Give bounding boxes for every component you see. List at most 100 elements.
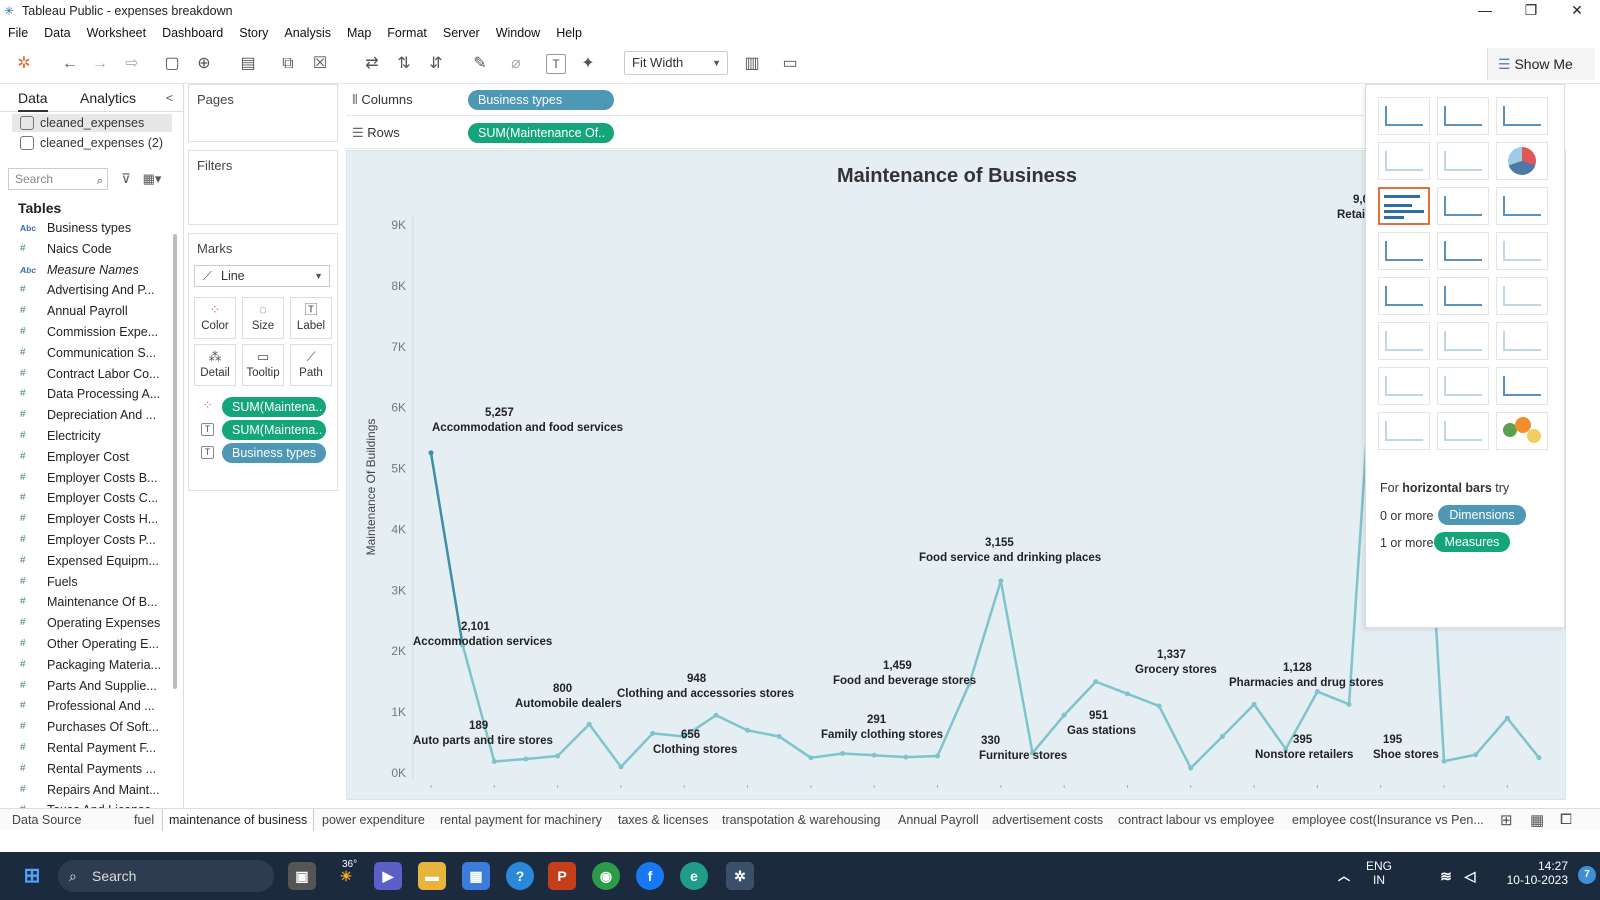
- data-point[interactable]: [555, 753, 561, 759]
- sheet-tab[interactable]: advertisement costs: [986, 809, 1109, 831]
- new-worksheet-icon[interactable]: ▤: [236, 52, 260, 76]
- path-button[interactable]: ⟋ Path: [290, 344, 332, 386]
- data-point[interactable]: [808, 755, 814, 761]
- field-item[interactable]: # Professional And ...: [0, 696, 172, 717]
- line-segment[interactable]: [777, 735, 813, 760]
- help-icon[interactable]: ?: [506, 862, 534, 890]
- fit-dropdown[interactable]: Fit Width ▼: [624, 51, 728, 75]
- task-view-icon[interactable]: ▣: [288, 862, 316, 890]
- line-segment[interactable]: [1157, 704, 1193, 770]
- tab-data[interactable]: Data: [18, 84, 48, 112]
- undo-icon[interactable]: ←: [58, 52, 82, 76]
- powerpoint-icon[interactable]: P: [548, 862, 576, 890]
- windows-start-icon[interactable]: ⊞: [18, 862, 46, 890]
- field-item[interactable]: # Rental Payment F...: [0, 738, 172, 759]
- menu-story[interactable]: Story: [239, 26, 268, 40]
- collapse-pane-icon[interactable]: <: [166, 84, 173, 112]
- show-me-treemap-icon[interactable]: [1378, 232, 1430, 270]
- tableau-taskbar-icon[interactable]: ✲: [726, 862, 754, 890]
- field-item[interactable]: # Operating Expenses: [0, 613, 172, 634]
- minimize-button[interactable]: —: [1462, 0, 1508, 22]
- field-item[interactable]: # Maintenance Of B...: [0, 592, 172, 613]
- clock[interactable]: 14:27 10-10-2023: [1494, 859, 1568, 887]
- line-segment[interactable]: [872, 754, 908, 759]
- show-me-side-by-side-bars-icon[interactable]: [1496, 187, 1548, 225]
- show-me-packed-bubbles-icon[interactable]: [1496, 412, 1548, 450]
- presentation-mode-icon[interactable]: ▭: [778, 52, 802, 76]
- sheet-tab[interactable]: power expenditure: [316, 809, 431, 831]
- field-item[interactable]: # Data Processing A...: [0, 384, 172, 405]
- show-me-text-table-icon[interactable]: [1378, 97, 1430, 135]
- line-segment[interactable]: [651, 732, 686, 738]
- menu-file[interactable]: File: [8, 26, 28, 40]
- data-point[interactable]: [491, 758, 497, 764]
- data-point[interactable]: [1124, 691, 1130, 697]
- menu-worksheet[interactable]: Worksheet: [87, 26, 147, 40]
- field-item[interactable]: # Commission Expe...: [0, 322, 172, 343]
- line-segment[interactable]: [1442, 753, 1477, 763]
- data-point[interactable]: [1536, 755, 1542, 761]
- data-point[interactable]: [776, 733, 782, 739]
- data-point[interactable]: [1188, 765, 1194, 771]
- line-segment[interactable]: [1189, 735, 1224, 770]
- field-item[interactable]: # Parts And Supplie...: [0, 676, 172, 697]
- save-icon[interactable]: ▢: [160, 52, 184, 76]
- facebook-icon[interactable]: f: [636, 862, 664, 890]
- data-point[interactable]: [586, 721, 592, 727]
- tableau-logo-icon[interactable]: ✲: [12, 52, 36, 76]
- line-segment[interactable]: [1316, 690, 1351, 706]
- line-segment[interactable]: [588, 723, 623, 769]
- sheet-tab[interactable]: maintenance of business: [162, 809, 315, 831]
- highlight-icon[interactable]: ✎: [468, 52, 492, 76]
- data-point[interactable]: [1093, 679, 1099, 685]
- maximize-button[interactable]: ❐: [1508, 0, 1554, 22]
- line-segment[interactable]: [1094, 680, 1129, 696]
- data-point[interactable]: [650, 730, 656, 736]
- tooltip-button[interactable]: ▭ Tooltip: [242, 344, 284, 386]
- field-item[interactable]: # Fuels: [0, 572, 172, 593]
- show-me-filled-map-icon[interactable]: [1437, 142, 1489, 180]
- mark-type-dropdown[interactable]: ⟋ Line ▼: [194, 265, 330, 287]
- view-options-icon[interactable]: ▦▾: [140, 168, 164, 190]
- sheet-tab[interactable]: rental payment for machinery: [434, 809, 608, 831]
- field-item[interactable]: # Expensed Equipm...: [0, 551, 172, 572]
- marks-pill-label[interactable]: SUM(Maintena..: [222, 420, 326, 440]
- close-button[interactable]: ✕: [1554, 0, 1600, 22]
- line-segment[interactable]: [1221, 703, 1256, 738]
- edge-icon[interactable]: e: [680, 862, 708, 890]
- line-segment[interactable]: [714, 714, 749, 732]
- field-item[interactable]: # Repairs And Maint...: [0, 780, 172, 801]
- show-me-side-by-side-circles-icon[interactable]: [1496, 232, 1548, 270]
- rows-shelf[interactable]: ☰ Rows SUM(Maintenance Of..: [346, 117, 1366, 149]
- show-me-highlight-table-icon[interactable]: [1496, 97, 1548, 135]
- data-point[interactable]: [523, 756, 529, 762]
- menu-analysis[interactable]: Analysis: [284, 26, 331, 40]
- filters-card[interactable]: Filters: [188, 150, 338, 225]
- show-me-continuous-lines-icon[interactable]: [1378, 277, 1430, 315]
- data-point[interactable]: [871, 752, 877, 758]
- sheet-tab[interactable]: Annual Payroll: [892, 809, 985, 831]
- sort-descending-icon[interactable]: ⇵: [424, 52, 448, 76]
- show-me-scatter-plot-icon[interactable]: [1378, 367, 1430, 405]
- sheet-tab[interactable]: employee cost(Insurance vs Pen...: [1286, 809, 1490, 831]
- show-me-bullet-graph-icon[interactable]: [1437, 412, 1489, 450]
- field-item[interactable]: # Purchases Of Soft...: [0, 717, 172, 738]
- field-item[interactable]: # Employer Costs B...: [0, 468, 172, 489]
- file-explorer-icon[interactable]: ▬: [418, 862, 446, 890]
- field-search-input[interactable]: Search ⌕: [8, 168, 108, 190]
- menu-format[interactable]: Format: [387, 26, 427, 40]
- clear-sheet-icon[interactable]: ☒: [308, 52, 332, 76]
- field-item[interactable]: # Employer Costs H...: [0, 509, 172, 530]
- store-icon[interactable]: ▦: [462, 862, 490, 890]
- pages-card[interactable]: Pages: [188, 84, 338, 142]
- data-point[interactable]: [428, 450, 434, 456]
- marks-pill-business-types[interactable]: Business types: [222, 443, 326, 463]
- data-point[interactable]: [1504, 715, 1510, 721]
- line-segment[interactable]: [619, 732, 654, 769]
- menu-help[interactable]: Help: [556, 26, 582, 40]
- data-point[interactable]: [1156, 703, 1162, 709]
- data-point[interactable]: [1314, 689, 1320, 695]
- data-point[interactable]: [935, 753, 941, 759]
- redo-icon[interactable]: →: [88, 52, 112, 76]
- chrome-icon[interactable]: ◉: [592, 862, 620, 890]
